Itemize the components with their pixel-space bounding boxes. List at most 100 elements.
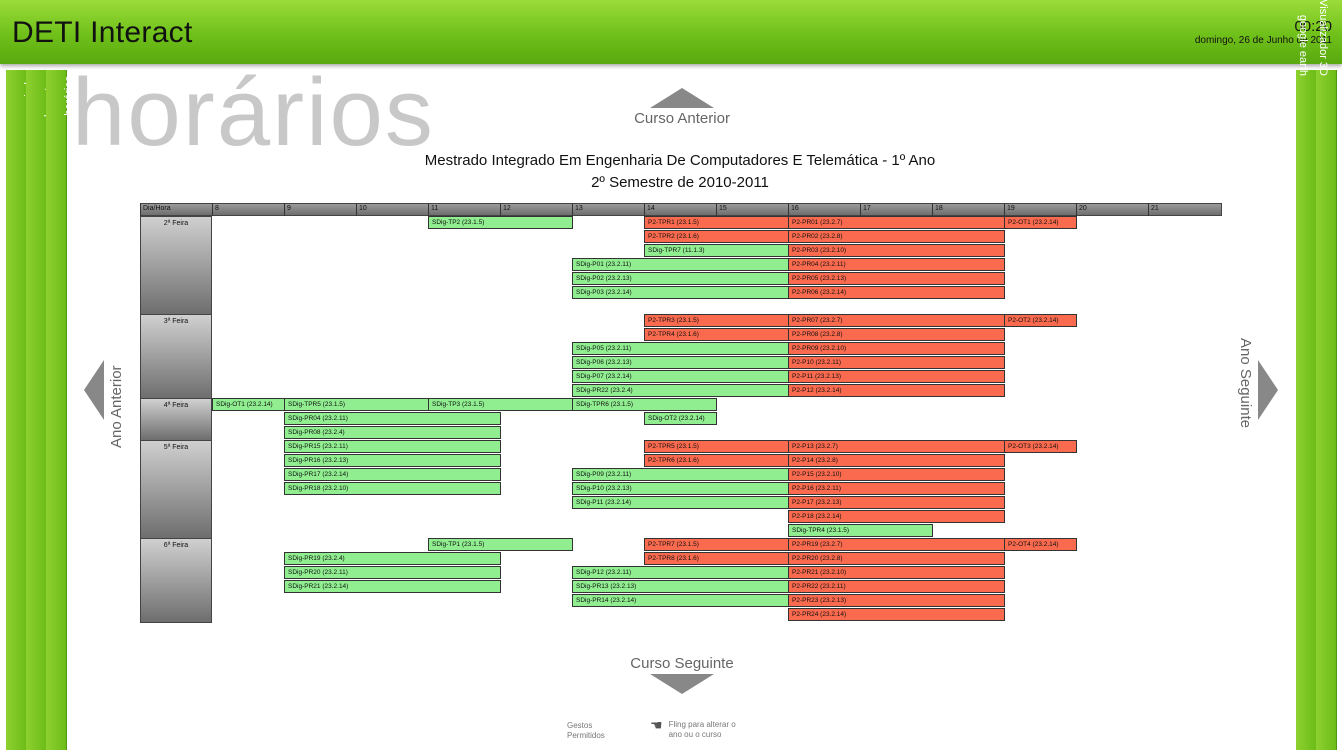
class-slot[interactable]: P2-PR07 (23.2.7) xyxy=(788,314,1005,327)
clock-date: domingo, 26 de Junho de 2011 xyxy=(1194,35,1332,46)
tab-horarios[interactable]: horários xyxy=(46,70,75,750)
class-slot[interactable]: P2-OT1 (23.2.14) xyxy=(1004,216,1077,229)
class-slot[interactable]: P2-TPR3 (23.1.5) xyxy=(644,314,789,327)
class-slot[interactable]: SDig-PR13 (23.2.13) xyxy=(572,580,789,593)
class-slot[interactable]: P2-PR20 (23.2.8) xyxy=(788,552,1005,565)
class-slot[interactable]: P2-PR06 (23.2.14) xyxy=(788,286,1005,299)
class-slot[interactable]: P2-P14 (23.2.8) xyxy=(788,454,1005,467)
clock: 00:20 domingo, 26 de Junho de 2011 xyxy=(1195,18,1332,46)
hour-header: 9 xyxy=(284,203,356,216)
class-slot[interactable]: P2-TPR7 (23.1.5) xyxy=(644,538,789,551)
class-slot[interactable]: SDig-OT2 (23.2.14) xyxy=(644,412,717,425)
day-header: 2ª Feira xyxy=(140,216,212,315)
class-slot[interactable]: P2-PR01 (23.2.7) xyxy=(788,216,1005,229)
class-slot[interactable]: SDig-P05 (23.2.11) xyxy=(572,342,789,355)
fling-hint: ☚ Fling para alterar o ano ou o curso xyxy=(650,718,747,740)
class-slot[interactable]: P2-P11 (23.2.13) xyxy=(788,370,1005,383)
fling-text: Fling para alterar o ano ou o curso xyxy=(668,720,736,739)
hour-header: 11 xyxy=(428,203,500,216)
arrow-up-icon xyxy=(650,88,714,108)
class-slot[interactable]: P2-P15 (23.2.10) xyxy=(788,468,1005,481)
class-slot[interactable]: SDig-PR20 (23.2.11) xyxy=(284,566,501,579)
class-slot[interactable]: SDig-PR21 (23.2.14) xyxy=(284,580,501,593)
hour-header: 8 xyxy=(212,203,284,216)
gestures-label: Gestos Permitidos xyxy=(567,721,605,740)
class-slot[interactable]: SDig-TPR5 (23.1.5) xyxy=(284,398,429,411)
class-slot[interactable]: SDig-TP3 (23.1.5) xyxy=(428,398,573,411)
class-slot[interactable]: P2-PR03 (23.2.10) xyxy=(788,244,1005,257)
tab-visualizador-3d-label: Visualizador 3D xyxy=(1317,0,1329,76)
class-slot[interactable]: SDig-P10 (23.2.13) xyxy=(572,482,789,495)
class-slot[interactable]: SDig-PR18 (23.2.10) xyxy=(284,482,501,495)
class-slot[interactable]: P2-TPR4 (23.1.6) xyxy=(644,328,789,341)
class-slot[interactable]: P2-TPR6 (23.1.6) xyxy=(644,454,789,467)
prev-course-button[interactable]: Curso Anterior xyxy=(622,88,742,127)
class-slot[interactable]: P2-OT4 (23.2.14) xyxy=(1004,538,1077,551)
class-slot[interactable]: SDig-TPR7 (11.1.3) xyxy=(644,244,789,257)
class-slot[interactable]: P2-PR23 (23.2.13) xyxy=(788,594,1005,607)
class-slot[interactable]: SDig-OT1 (23.2.14) xyxy=(212,398,285,411)
class-slot[interactable]: P2-P10 (23.2.11) xyxy=(788,356,1005,369)
class-slot[interactable]: P2-P18 (23.2.14) xyxy=(788,510,1005,523)
class-slot[interactable]: P2-TPR8 (23.1.6) xyxy=(644,552,789,565)
day-header: 3ª Feira xyxy=(140,314,212,399)
class-slot[interactable]: P2-PR21 (23.2.10) xyxy=(788,566,1005,579)
class-slot[interactable]: P2-OT3 (23.2.14) xyxy=(1004,440,1077,453)
class-slot[interactable]: SDig-P02 (23.2.13) xyxy=(572,272,789,285)
prev-course-label: Curso Anterior xyxy=(634,110,730,127)
class-slot[interactable]: SDig-PR17 (23.2.14) xyxy=(284,468,501,481)
class-slot[interactable]: P2-PR05 (23.2.13) xyxy=(788,272,1005,285)
hour-header: 12 xyxy=(500,203,572,216)
class-slot[interactable]: P2-OT2 (23.2.14) xyxy=(1004,314,1077,327)
class-slot[interactable]: SDig-TPR4 (23.1.5) xyxy=(788,524,933,537)
course-heading: Mestrado Integrado Em Engenharia De Comp… xyxy=(330,150,1030,194)
class-slot[interactable]: SDig-PR22 (23.2.4) xyxy=(572,384,789,397)
class-slot[interactable]: SDig-PR08 (23.2.4) xyxy=(284,426,501,439)
class-slot[interactable]: P2-PR24 (23.2.14) xyxy=(788,608,1005,621)
class-slot[interactable]: SDig-P11 (23.2.14) xyxy=(572,496,789,509)
timetable-corner: Dia/Hora xyxy=(140,203,212,216)
tab-ajuda[interactable]: ajuda xyxy=(6,70,35,750)
class-slot[interactable]: P2-PR04 (23.2.11) xyxy=(788,258,1005,271)
hour-header: 14 xyxy=(644,203,716,216)
clock-time: 00:20 xyxy=(1294,18,1332,35)
class-slot[interactable]: SDig-TP2 (23.1.5) xyxy=(428,216,573,229)
class-slot[interactable]: SDig-P07 (23.2.14) xyxy=(572,370,789,383)
class-slot[interactable]: P2-TPR5 (23.1.5) xyxy=(644,440,789,453)
class-slot[interactable]: SDig-P06 (23.2.13) xyxy=(572,356,789,369)
day-header: 6ª Feira xyxy=(140,538,212,623)
class-slot[interactable]: SDig-PR16 (23.2.13) xyxy=(284,454,501,467)
class-slot[interactable]: P2-PR19 (23.2.7) xyxy=(788,538,1005,551)
class-slot[interactable]: SDig-P03 (23.2.14) xyxy=(572,286,789,299)
class-slot[interactable]: SDig-PR15 (23.2.11) xyxy=(284,440,501,453)
next-course-button[interactable]: Curso Seguinte xyxy=(622,655,742,694)
class-slot[interactable]: P2-P12 (23.2.14) xyxy=(788,384,1005,397)
class-slot[interactable]: P2-P16 (23.2.11) xyxy=(788,482,1005,495)
hour-header: 16 xyxy=(788,203,860,216)
class-slot[interactable]: P2-PR08 (23.2.8) xyxy=(788,328,1005,341)
tab-visualizador-3d[interactable]: Visualizador 3D xyxy=(1316,0,1337,750)
class-slot[interactable]: SDig-PR19 (23.2.4) xyxy=(284,552,501,565)
class-slot[interactable]: P2-PR09 (23.2.10) xyxy=(788,342,1005,355)
class-slot[interactable]: P2-P17 (23.2.13) xyxy=(788,496,1005,509)
class-slot[interactable]: SDig-TPR6 (23.1.5) xyxy=(572,398,717,411)
tab-docentes[interactable]: docentes xyxy=(26,70,55,750)
class-slot[interactable]: SDig-TP1 (23.1.5) xyxy=(428,538,573,551)
class-slot[interactable]: SDig-P09 (23.2.11) xyxy=(572,468,789,481)
class-slot[interactable]: P2-P13 (23.2.7) xyxy=(788,440,1005,453)
hour-header: 13 xyxy=(572,203,644,216)
class-slot[interactable]: P2-PR22 (23.2.11) xyxy=(788,580,1005,593)
class-slot[interactable]: SDig-PR14 (23.2.14) xyxy=(572,594,789,607)
class-slot[interactable]: SDig-P01 (23.2.11) xyxy=(572,258,789,271)
class-slot[interactable]: P2-PR02 (23.2.8) xyxy=(788,230,1005,243)
hour-header: 21 xyxy=(1148,203,1220,216)
day-header: 4ª Feira xyxy=(140,398,212,441)
day-header: 5ª Feira xyxy=(140,440,212,539)
prev-year-button[interactable] xyxy=(84,360,104,420)
next-year-button[interactable] xyxy=(1258,360,1278,420)
class-slot[interactable]: P2-TPR1 (23.1.5) xyxy=(644,216,789,229)
class-slot[interactable]: P2-TPR2 (23.1.6) xyxy=(644,230,789,243)
tab-google-earth[interactable]: google earth xyxy=(1296,15,1317,750)
class-slot[interactable]: SDig-PR04 (23.2.11) xyxy=(284,412,501,425)
class-slot[interactable]: SDig-P12 (23.2.11) xyxy=(572,566,789,579)
